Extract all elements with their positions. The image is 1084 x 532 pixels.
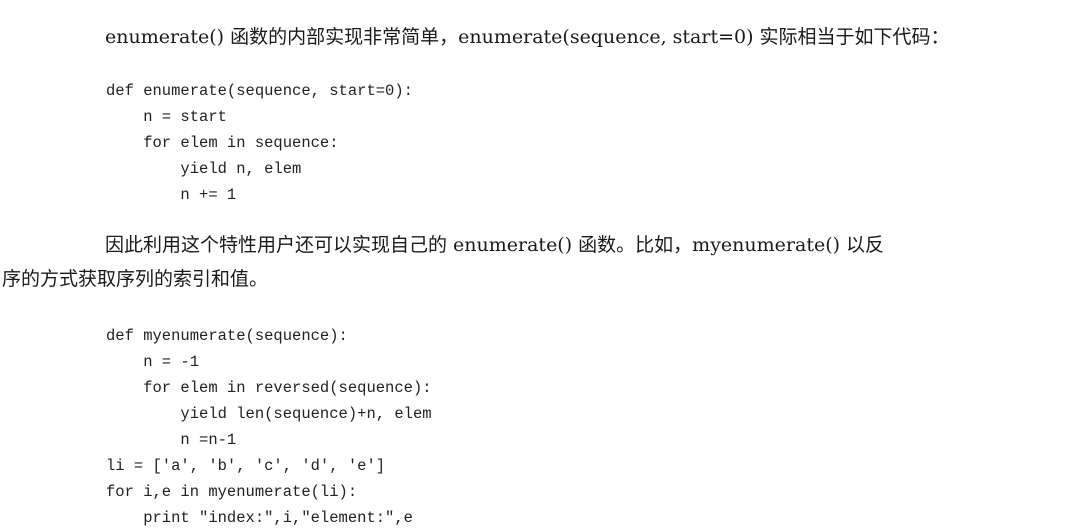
code-line: for elem in reversed(sequence): xyxy=(106,379,432,397)
code-line: n = -1 xyxy=(106,353,200,371)
code-line: for i,e in myenumerate(li): xyxy=(106,483,358,501)
code-line: print "index:",i,"element:",e xyxy=(106,509,413,527)
code-block-enumerate: def enumerate(sequence, start=0): n = st… xyxy=(106,78,413,208)
document-page: enumerate() 函数的内部实现非常简单，enumerate(sequen… xyxy=(0,0,1084,532)
paragraph-intro: enumerate() 函数的内部实现非常简单，enumerate(sequen… xyxy=(105,26,950,48)
code-line: yield len(sequence)+n, elem xyxy=(106,405,432,423)
code-line: n =n-1 xyxy=(106,431,237,449)
code-line: def myenumerate(sequence): xyxy=(106,327,348,345)
code-line: yield n, elem xyxy=(106,160,302,178)
code-line: for elem in sequence: xyxy=(106,134,339,152)
paragraph-myenumerate: 因此利用这个特性用户还可以实现自己的 enumerate() 函数。比如，mye… xyxy=(105,234,885,256)
code-line: n += 1 xyxy=(106,186,237,204)
paragraph-myenumerate-continued: 序的方式获取序列的索引和值。 xyxy=(2,268,269,290)
code-block-myenumerate: def myenumerate(sequence): n = -1 for el… xyxy=(106,323,432,531)
code-line: li = ['a', 'b', 'c', 'd', 'e'] xyxy=(106,457,386,475)
code-line: def enumerate(sequence, start=0): xyxy=(106,82,413,100)
code-line: n = start xyxy=(106,108,227,126)
